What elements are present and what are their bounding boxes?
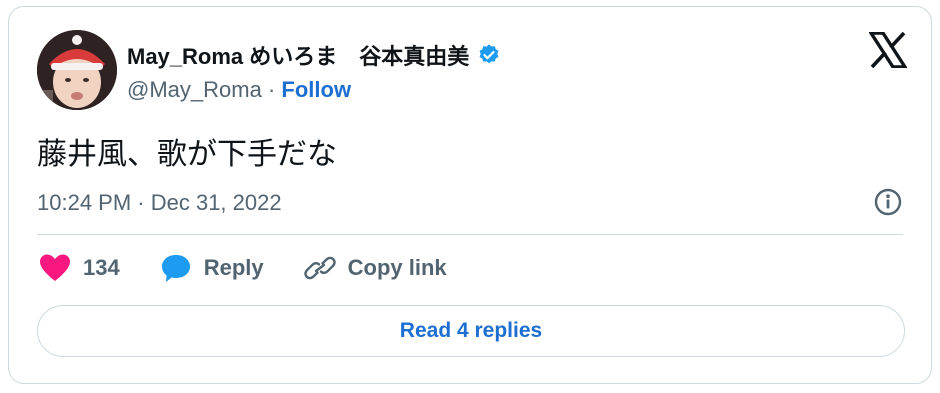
read-replies-label: Read 4 replies	[399, 319, 543, 342]
author-handle-row: @May_Roma · Follow	[127, 77, 351, 103]
tweet-timestamp[interactable]: 10:24 PM · Dec 31, 2022	[37, 190, 282, 216]
read-replies-button[interactable]: Read 4 replies	[37, 305, 905, 357]
like-button[interactable]: 134	[39, 253, 120, 283]
copy-link-label: Copy link	[347, 255, 447, 280]
link-icon	[303, 256, 336, 280]
info-icon[interactable]	[873, 187, 903, 217]
like-count: 134	[83, 255, 120, 280]
avatar[interactable]	[37, 30, 117, 110]
action-bar: 134 Reply Copy link	[39, 253, 487, 283]
tweet-embed-card: May_Roma めいろま 谷本真由美 @May_Roma · Follow 藤…	[8, 6, 932, 384]
tweet-text: 藤井風、歌が下手だな	[37, 137, 337, 172]
verified-badge-icon	[477, 43, 501, 67]
author-name-row[interactable]: May_Roma めいろま 谷本真由美	[127, 39, 501, 71]
heart-icon	[40, 254, 70, 281]
x-logo-icon[interactable]	[867, 31, 909, 69]
divider	[37, 234, 903, 235]
reply-button[interactable]: Reply	[160, 253, 264, 283]
author-display-name[interactable]: May_Roma めいろま 谷本真由美	[127, 39, 469, 71]
copy-link-button[interactable]: Copy link	[303, 253, 447, 283]
reply-icon	[161, 255, 190, 282]
separator: ·	[267, 77, 276, 102]
author-handle[interactable]: @May_Roma	[127, 77, 262, 102]
follow-button[interactable]: Follow	[281, 77, 351, 102]
reply-label: Reply	[203, 255, 264, 280]
